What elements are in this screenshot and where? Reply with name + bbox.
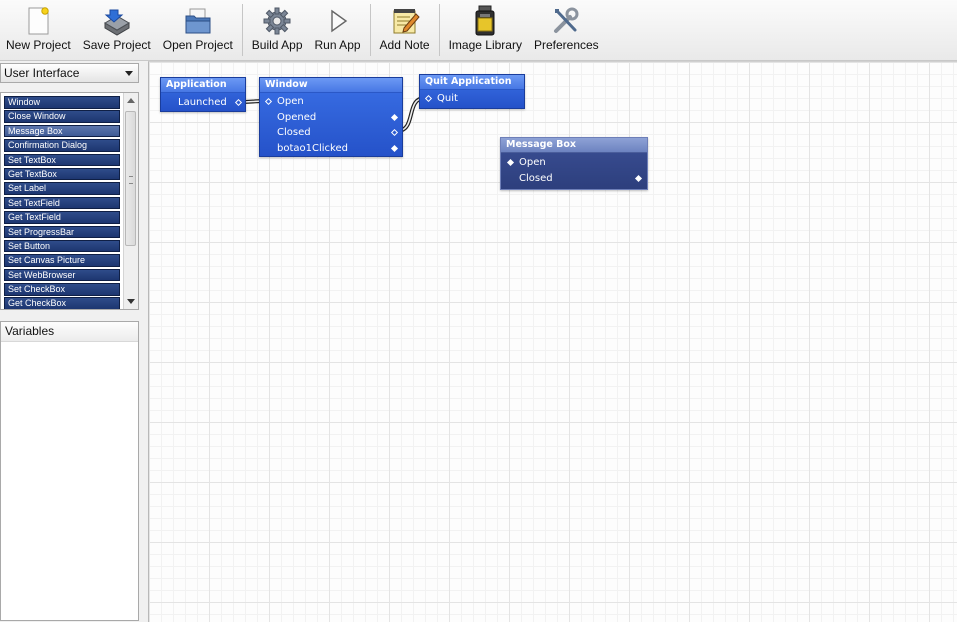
list-item[interactable]: Set Canvas Picture xyxy=(4,254,120,267)
image-library-button[interactable]: Image Library xyxy=(443,0,528,60)
clicked-port-icon[interactable] xyxy=(390,144,399,153)
message-box-node-title: Message Box xyxy=(501,138,647,153)
closed-port-icon[interactable] xyxy=(390,128,399,137)
message-open-port-icon[interactable] xyxy=(506,158,515,167)
list-item[interactable]: Set Button xyxy=(4,239,120,253)
toolbar-separator xyxy=(369,4,371,56)
grip-icon xyxy=(129,176,133,184)
list-item[interactable]: Set TextField xyxy=(4,196,120,210)
new-project-label: New Project xyxy=(6,38,71,52)
preferences-button[interactable]: Preferences xyxy=(528,0,605,60)
window-node-title: Window xyxy=(260,78,402,93)
new-project-button[interactable]: New Project xyxy=(0,0,77,60)
list-item[interactable]: Close Window xyxy=(4,110,120,123)
toolbar-separator xyxy=(241,4,243,56)
list-item[interactable]: Get CheckBox xyxy=(4,297,120,309)
flow-canvas[interactable]: Application Launched Window Open Opened … xyxy=(148,61,957,622)
open-project-label: Open Project xyxy=(162,38,233,52)
message-box-closed-label: Closed xyxy=(519,173,553,184)
window-clicked-label: botao1Clicked xyxy=(277,143,348,154)
window-closed-label: Closed xyxy=(277,127,311,138)
toolbar: New Project Save Project Open Project Bu… xyxy=(0,0,957,61)
quit-label: Quit xyxy=(437,93,458,104)
list-item[interactable]: Get TextBox xyxy=(4,167,120,181)
list-item[interactable]: Get TextField xyxy=(4,211,120,224)
application-launched-label: Launched xyxy=(178,97,227,108)
add-note-label: Add Note xyxy=(379,38,430,52)
category-dropdown[interactable]: User Interface xyxy=(0,63,139,83)
toolbar-separator xyxy=(438,4,440,56)
list-item[interactable]: Set TextBox xyxy=(4,153,120,167)
variables-panel: Variables xyxy=(0,321,139,621)
new-document-icon xyxy=(23,5,53,37)
list-item[interactable]: Set ProgressBar xyxy=(4,225,120,239)
chevron-down-icon xyxy=(125,71,133,76)
build-app-label: Build App xyxy=(251,38,303,52)
block-list-scrollbar[interactable] xyxy=(123,93,138,309)
list-item[interactable]: Set WebBrowser xyxy=(4,268,120,282)
window-opened-label: Opened xyxy=(277,112,317,123)
variables-header: Variables xyxy=(1,322,138,342)
open-port-icon[interactable] xyxy=(264,97,273,106)
window-node[interactable]: Window Open Opened Closed botao1Clicked xyxy=(259,77,403,157)
list-item[interactable]: Message Box xyxy=(4,124,120,138)
image-library-label: Image Library xyxy=(448,38,522,52)
message-box-open-label: Open xyxy=(519,157,546,168)
list-item[interactable]: Set Label xyxy=(4,182,120,195)
save-disk-icon xyxy=(102,5,132,37)
list-item[interactable]: Confirmation Dialog xyxy=(4,139,120,152)
gear-icon xyxy=(262,5,292,37)
run-app-button[interactable]: Run App xyxy=(309,0,367,60)
list-item[interactable]: Set CheckBox xyxy=(4,283,120,296)
message-box-node[interactable]: Message Box Open Closed xyxy=(500,137,648,190)
wrench-screwdriver-icon xyxy=(551,5,581,37)
list-item[interactable]: Window xyxy=(4,96,120,109)
application-node-title: Application xyxy=(161,78,245,93)
open-project-button[interactable]: Open Project xyxy=(157,0,239,60)
scroll-thumb[interactable] xyxy=(125,111,136,246)
note-pencil-icon xyxy=(390,5,420,37)
opened-port-icon[interactable] xyxy=(390,113,399,122)
message-closed-port-icon[interactable] xyxy=(634,174,643,183)
run-app-label: Run App xyxy=(314,38,361,52)
quit-application-node[interactable]: Quit Application Quit xyxy=(419,74,525,109)
play-icon xyxy=(323,5,353,37)
open-folder-icon xyxy=(183,5,213,37)
preferences-label: Preferences xyxy=(533,38,599,52)
save-project-button[interactable]: Save Project xyxy=(77,0,157,60)
save-project-label: Save Project xyxy=(82,38,151,52)
category-dropdown-value: User Interface xyxy=(4,66,80,80)
scroll-up-icon[interactable] xyxy=(127,98,135,103)
launched-port-icon[interactable] xyxy=(234,98,243,107)
scroll-down-icon[interactable] xyxy=(127,299,135,304)
window-open-label: Open xyxy=(277,96,304,107)
film-canister-icon xyxy=(470,5,500,37)
block-list: Window Close Window Message Box Confirma… xyxy=(0,92,139,310)
build-app-button[interactable]: Build App xyxy=(246,0,309,60)
quit-port-icon[interactable] xyxy=(424,94,433,103)
block-list-items: Window Close Window Message Box Confirma… xyxy=(4,96,120,309)
add-note-button[interactable]: Add Note xyxy=(374,0,436,60)
quit-node-title: Quit Application xyxy=(420,75,524,90)
application-node[interactable]: Application Launched xyxy=(160,77,246,112)
